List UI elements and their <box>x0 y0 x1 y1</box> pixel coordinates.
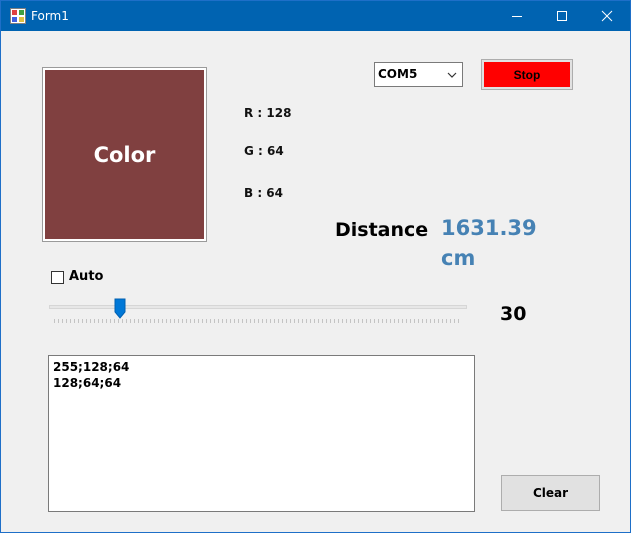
color-preview: Color <box>42 67 207 242</box>
port-select-value: COM5 <box>378 67 418 81</box>
distance-value: 1631.39 <box>441 216 537 240</box>
blue-value: B : 64 <box>244 186 283 200</box>
chevron-down-icon <box>447 72 457 78</box>
distance-label: Distance <box>335 219 429 241</box>
title-bar[interactable]: Form1 <box>1 1 630 31</box>
serial-log[interactable]: 255;128;64 128;64;64 <box>48 355 475 512</box>
clear-button[interactable]: Clear <box>501 475 600 511</box>
stop-button-label: Stop <box>484 62 570 87</box>
auto-label[interactable]: Auto <box>69 269 103 284</box>
slider-track[interactable] <box>49 305 467 309</box>
color-swatch: Color <box>45 70 204 239</box>
green-value: G : 64 <box>244 144 284 158</box>
slider-ticks <box>54 319 462 323</box>
port-select[interactable]: COM5 <box>374 62 463 87</box>
log-line: 255;128;64 <box>53 360 130 374</box>
main-window: Form1 Color R : 128 G : 64 B : 64 COM5 S… <box>0 0 631 533</box>
slider-thumb[interactable] <box>114 298 126 319</box>
maximize-button[interactable] <box>539 1 585 31</box>
distance-readout: 1631.39 cm <box>441 213 551 273</box>
maximize-icon <box>557 11 567 21</box>
auto-checkbox[interactable] <box>51 271 64 284</box>
red-value: R : 128 <box>244 106 292 120</box>
app-icon <box>10 8 26 24</box>
minimize-button[interactable] <box>494 1 540 31</box>
color-label: Color <box>93 142 156 167</box>
slider-value: 30 <box>500 303 527 325</box>
stop-button[interactable]: Stop <box>481 59 573 90</box>
distance-unit: cm <box>441 246 476 270</box>
close-button[interactable] <box>584 1 630 31</box>
minimize-icon <box>512 16 522 17</box>
log-line: 128;64;64 <box>53 376 122 390</box>
close-icon <box>601 10 613 22</box>
window-title: Form1 <box>31 9 69 23</box>
